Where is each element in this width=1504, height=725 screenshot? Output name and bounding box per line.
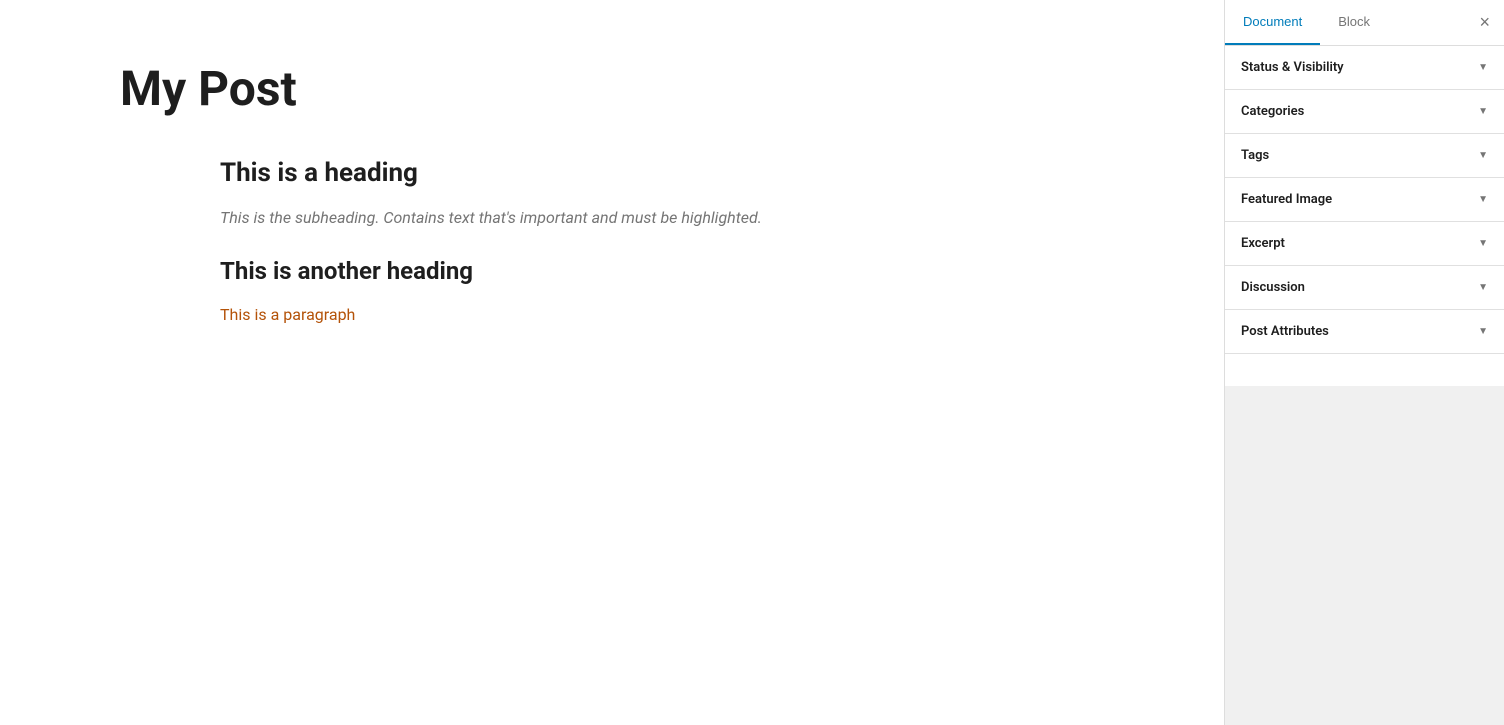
chevron-down-icon: ▼: [1478, 238, 1488, 249]
chevron-down-icon: ▼: [1478, 150, 1488, 161]
sidebar-empty-area: [1225, 386, 1504, 725]
chevron-down-icon: ▼: [1478, 282, 1488, 293]
panel-categories: Categories ▼: [1225, 90, 1504, 134]
panel-post-attributes: Post Attributes ▼: [1225, 310, 1504, 354]
sidebar: Document Block × Status & Visibility ▼ C…: [1224, 0, 1504, 725]
panel-categories-header[interactable]: Categories ▼: [1225, 90, 1504, 133]
panel-categories-label: Categories: [1241, 104, 1304, 119]
post-paragraph: This is a paragraph: [220, 305, 1104, 324]
chevron-down-icon: ▼: [1478, 106, 1488, 117]
chevron-down-icon: ▼: [1478, 326, 1488, 337]
panel-excerpt-label: Excerpt: [1241, 236, 1285, 251]
panel-tags-header[interactable]: Tags ▼: [1225, 134, 1504, 177]
chevron-down-icon: ▼: [1478, 194, 1488, 205]
post-heading-2: This is another heading: [220, 257, 1104, 285]
panel-featured-image-label: Featured Image: [1241, 192, 1332, 207]
panel-discussion-label: Discussion: [1241, 280, 1305, 295]
panel-post-attributes-header[interactable]: Post Attributes ▼: [1225, 310, 1504, 353]
panel-status-visibility-label: Status & Visibility: [1241, 60, 1344, 75]
sidebar-header: Document Block ×: [1225, 0, 1504, 46]
close-button[interactable]: ×: [1465, 0, 1504, 45]
main-content: My Post This is a heading This is the su…: [0, 0, 1224, 725]
chevron-down-icon: ▼: [1478, 62, 1488, 73]
post-title: My Post: [120, 60, 1104, 118]
tab-block[interactable]: Block: [1320, 0, 1388, 45]
panel-discussion-header[interactable]: Discussion ▼: [1225, 266, 1504, 309]
panel-post-attributes-label: Post Attributes: [1241, 324, 1329, 339]
panel-tags-label: Tags: [1241, 148, 1269, 163]
panel-featured-image-header[interactable]: Featured Image ▼: [1225, 178, 1504, 221]
panel-discussion: Discussion ▼: [1225, 266, 1504, 310]
tab-document[interactable]: Document: [1225, 0, 1320, 45]
sidebar-panels: Status & Visibility ▼ Categories ▼ Tags …: [1225, 46, 1504, 386]
panel-excerpt-header[interactable]: Excerpt ▼: [1225, 222, 1504, 265]
panel-tags: Tags ▼: [1225, 134, 1504, 178]
panel-status-visibility: Status & Visibility ▼: [1225, 46, 1504, 90]
panel-featured-image: Featured Image ▼: [1225, 178, 1504, 222]
post-heading-1: This is a heading: [220, 158, 1104, 188]
post-subheading: This is the subheading. Contains text th…: [220, 208, 1104, 227]
panel-excerpt: Excerpt ▼: [1225, 222, 1504, 266]
panel-status-visibility-header[interactable]: Status & Visibility ▼: [1225, 46, 1504, 89]
